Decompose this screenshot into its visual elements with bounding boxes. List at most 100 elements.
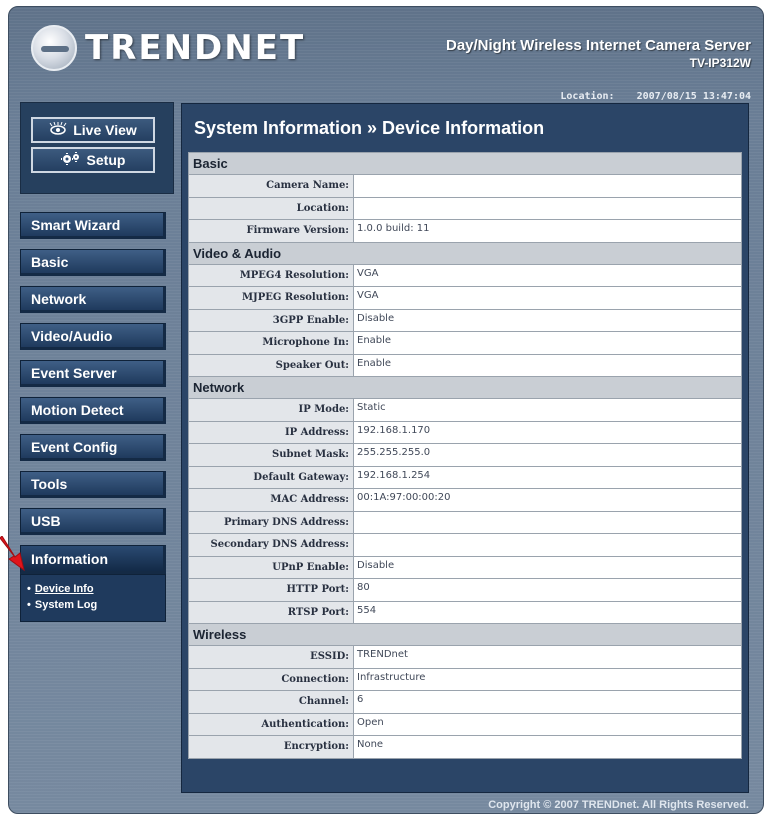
product-title: Day/Night Wireless Internet Camera Serve… [446, 37, 751, 70]
field-value: Enable [353, 353, 742, 377]
product-model: TV-IP312W [689, 56, 751, 70]
field-label: 3GPP Enable: [188, 308, 354, 332]
menu-event-config[interactable]: Event Config [20, 434, 166, 461]
location-bar: Location: 2007/08/15 13:47:04 [544, 91, 751, 102]
menu-network[interactable]: Network [20, 286, 166, 313]
section-header: Network [188, 376, 742, 399]
table-row: MPEG4 Resolution: VGA [188, 263, 742, 287]
section-header: Basic [188, 152, 742, 175]
field-value [353, 174, 742, 198]
table-row: ESSID: TRENDnet [188, 645, 742, 669]
field-value: 192.168.1.170 [353, 420, 742, 444]
field-label: Secondary DNS Address: [188, 533, 354, 557]
live-view-button[interactable]: Live View [31, 117, 155, 143]
field-label: MAC Address: [188, 488, 354, 512]
field-value: VGA [353, 263, 742, 287]
menu-event-server[interactable]: Event Server [20, 360, 166, 387]
logo-icon [31, 25, 77, 71]
field-value: 192.168.1.254 [353, 465, 742, 489]
table-row: Primary DNS Address: [188, 510, 742, 534]
main-menu: Smart Wizard Basic Network Video/Audio E… [20, 212, 174, 622]
header: TRENDNET Day/Night Wireless Internet Cam… [9, 7, 763, 107]
table-row: IP Mode: Static [188, 398, 742, 422]
table-row: Encryption: None [188, 735, 742, 759]
page-title: System Information » Device Information [194, 118, 545, 138]
field-value: Enable [353, 331, 742, 355]
location-label: Location: [560, 91, 615, 102]
field-label: HTTP Port: [188, 578, 354, 602]
table-row: HTTP Port: 80 [188, 578, 742, 602]
field-label: Encryption: [188, 735, 354, 759]
logo-text: TRENDNET [85, 28, 306, 68]
field-value: 6 [353, 690, 742, 714]
menu-basic[interactable]: Basic [20, 249, 166, 276]
live-view-label: Live View [73, 122, 137, 138]
field-value: None [353, 735, 742, 759]
table-row: Speaker Out: Enable [188, 353, 742, 377]
table-row: Firmware Version: 1.0.0 build: 11 [188, 219, 742, 243]
datetime: 2007/08/15 13:47:04 [636, 91, 751, 102]
field-label: Subnet Mask: [188, 443, 354, 467]
menu-information[interactable]: Information [20, 545, 166, 574]
field-value: Disable [353, 555, 742, 579]
copyright: Copyright © 2007 TRENDnet. All Rights Re… [488, 799, 749, 811]
field-label: Microphone In: [188, 331, 354, 355]
table-row: 3GPP Enable: Disable [188, 308, 742, 332]
table-row: MJPEG Resolution: VGA [188, 286, 742, 310]
setup-button[interactable]: Setup [31, 147, 155, 173]
section-title: Network [188, 376, 742, 399]
table-row: Secondary DNS Address: [188, 533, 742, 557]
information-submenu: • Device Info • System Log [20, 574, 166, 622]
field-label: Connection: [188, 667, 354, 691]
field-value: 80 [353, 578, 742, 602]
product-name: Day/Night Wireless Internet Camera Serve… [446, 37, 751, 54]
table-row: Default Gateway: 192.168.1.254 [188, 465, 742, 489]
menu-video-audio[interactable]: Video/Audio [20, 323, 166, 350]
view-box: Live View Setup [20, 102, 174, 194]
field-label: Camera Name: [188, 174, 354, 198]
field-value: VGA [353, 286, 742, 310]
table-row: Channel: 6 [188, 690, 742, 714]
field-value [353, 533, 742, 557]
gears-icon [60, 151, 81, 169]
field-label: ESSID: [188, 645, 354, 669]
field-value: 1.0.0 build: 11 [353, 219, 742, 243]
table-row: Camera Name: [188, 174, 742, 198]
section-title: Wireless [188, 623, 742, 646]
red-arrow-icon [0, 536, 25, 572]
menu-usb[interactable]: USB [20, 508, 166, 535]
field-label: Channel: [188, 690, 354, 714]
section-header: Wireless [188, 623, 742, 646]
field-label: IP Mode: [188, 398, 354, 422]
field-label: MPEG4 Resolution: [188, 263, 354, 287]
field-label: Default Gateway: [188, 465, 354, 489]
section-title: Basic [188, 152, 742, 175]
field-label: Location: [188, 196, 354, 220]
submenu-system-log[interactable]: • System Log [27, 597, 165, 613]
menu-tools[interactable]: Tools [20, 471, 166, 498]
submenu-device-info[interactable]: • Device Info [27, 581, 165, 597]
menu-motion-detect[interactable]: Motion Detect [20, 397, 166, 424]
field-value: 554 [353, 600, 742, 624]
field-value [353, 510, 742, 534]
section-header: Video & Audio [188, 241, 742, 265]
section-title: Video & Audio [188, 241, 742, 265]
field-label: Authentication: [188, 712, 354, 736]
device-info-table: Basic Camera Name: Location: Firmware Versi… [188, 152, 742, 759]
field-label: RTSP Port: [188, 600, 354, 624]
field-value: Open [353, 712, 742, 736]
field-label: IP Address: [188, 420, 354, 444]
field-value: 255.255.255.0 [353, 443, 742, 467]
field-value: TRENDnet [353, 645, 742, 669]
menu-smart-wizard[interactable]: Smart Wizard [20, 212, 166, 239]
field-label: UPnP Enable: [188, 555, 354, 579]
table-row: Subnet Mask: 255.255.255.0 [188, 443, 742, 467]
field-value [353, 196, 742, 220]
table-row: Connection: Infrastructure [188, 667, 742, 691]
field-value: Static [353, 398, 742, 422]
table-row: Authentication: Open [188, 712, 742, 736]
trendnet-logo: TRENDNET [31, 25, 305, 71]
table-row: Location: [188, 196, 742, 220]
field-value: Infrastructure [353, 667, 742, 691]
table-row: MAC Address: 00:1A:97:00:00:20 [188, 488, 742, 512]
